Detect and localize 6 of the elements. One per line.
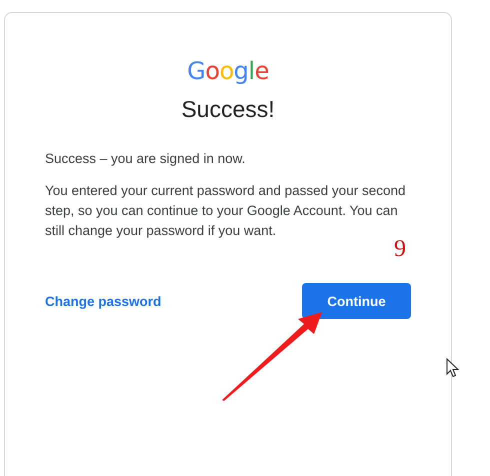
message-text: Success – you are signed in now. <box>45 150 246 168</box>
logo: Google <box>187 57 269 85</box>
change-password-link[interactable]: Change password <box>45 294 162 308</box>
cursor-icon <box>446 358 460 378</box>
continue-button[interactable]: Continue <box>302 283 411 319</box>
page-title: Success! <box>181 95 275 123</box>
